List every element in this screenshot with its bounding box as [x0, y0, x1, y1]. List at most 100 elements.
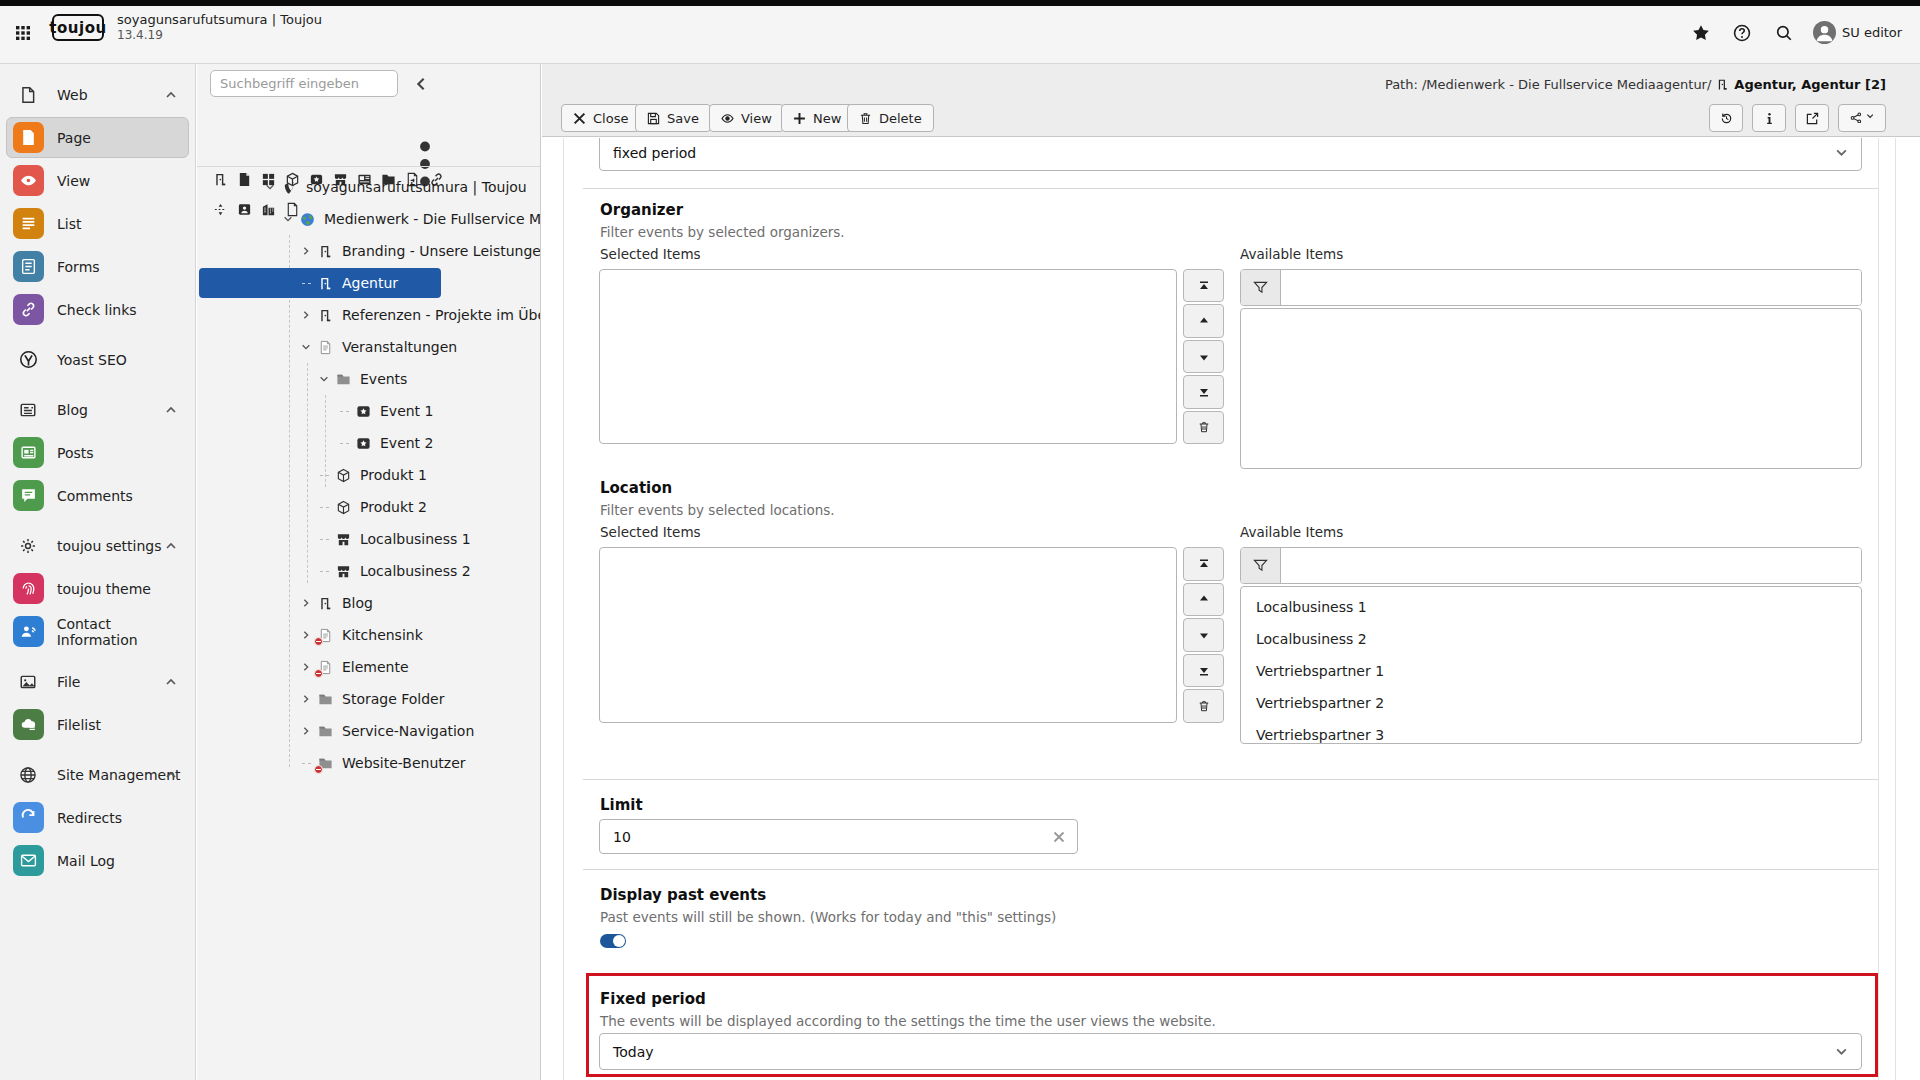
- move-to-top-button[interactable]: [1183, 547, 1224, 581]
- location-filter-input[interactable]: [1281, 548, 1861, 583]
- view-button[interactable]: View: [709, 104, 784, 132]
- move-down-button[interactable]: [1183, 618, 1224, 652]
- tree-item-produkt-2[interactable]: Produkt 2: [197, 491, 540, 523]
- chevron-right-icon[interactable]: [298, 627, 314, 643]
- open-page-button[interactable]: [1795, 104, 1829, 132]
- sidebar-group-web[interactable]: Web: [0, 73, 195, 116]
- bookmark-star-icon[interactable]: [1692, 24, 1710, 42]
- chevron-down-icon[interactable]: [298, 339, 314, 355]
- recurrence-select[interactable]: fixed period: [599, 138, 1862, 171]
- tree-item-soyagunsarufutsumura-toujou[interactable]: soyagunsarufutsumura | Toujou: [197, 171, 540, 203]
- sidebar-group-file[interactable]: File: [0, 660, 195, 703]
- organizer-selected-list[interactable]: [599, 269, 1177, 444]
- remove-button[interactable]: [1183, 411, 1224, 444]
- location-selected-list[interactable]: [599, 547, 1177, 723]
- tree-item-referenzen-projekte-im-be-[interactable]: Referenzen - Projekte im Übe...: [197, 299, 540, 331]
- sidebar-item-forms[interactable]: Forms: [0, 245, 195, 288]
- module-grid-icon[interactable]: [16, 26, 30, 40]
- tree-item-event-1[interactable]: Event 1: [197, 395, 540, 427]
- tree-item-branding-unsere-leistungen[interactable]: Branding - Unsere Leistungen: [197, 235, 540, 267]
- sidebar-item-posts[interactable]: Posts: [0, 431, 195, 474]
- clear-icon[interactable]: [1053, 831, 1065, 843]
- limit-input[interactable]: 10: [599, 819, 1078, 854]
- tree-item-kitchensink[interactable]: Kitchensink: [197, 619, 540, 651]
- location-selected-label: Selected Items: [600, 524, 701, 540]
- sidebar-item-view[interactable]: View: [0, 159, 195, 202]
- typo3-icon: [282, 180, 297, 195]
- list-item[interactable]: Vertriebspartner 1: [1241, 655, 1861, 687]
- sidebar-group-toujou-settings[interactable]: toujou settings: [0, 524, 195, 567]
- tree-search-input[interactable]: [210, 70, 398, 97]
- chevron-down-icon[interactable]: [262, 179, 278, 195]
- collapse-tree-icon[interactable]: [413, 76, 429, 92]
- sidebar-item-toujou-theme[interactable]: toujou theme: [0, 567, 195, 610]
- move-to-top-button[interactable]: [1183, 269, 1224, 302]
- list-item[interactable]: Vertriebspartner 2: [1241, 687, 1861, 719]
- tree-item-storage-folder[interactable]: Storage Folder: [197, 683, 540, 715]
- sidebar-item-page[interactable]: Page: [0, 116, 195, 159]
- move-up-button[interactable]: [1183, 304, 1224, 337]
- organizer-filter-input[interactable]: [1281, 270, 1861, 305]
- sidebar-item-contact-information[interactable]: Contact Information: [0, 610, 195, 653]
- sidebar-item-filelist[interactable]: Filelist: [0, 703, 195, 746]
- chevron-right-icon[interactable]: [298, 243, 314, 259]
- sidebar-item-check-links[interactable]: Check links: [0, 288, 195, 331]
- tree-item-service-navigation[interactable]: Service-Navigation: [197, 715, 540, 747]
- sidebar-group-site-management[interactable]: Site Management: [0, 753, 195, 796]
- display-past-toggle[interactable]: [600, 934, 626, 948]
- tree-item-medienwerk-die-fullservice-me-[interactable]: Medienwerk - Die Fullservice Me...: [197, 203, 540, 235]
- tree-item-localbusiness-2[interactable]: Localbusiness 2: [197, 555, 540, 587]
- save-button[interactable]: Save: [635, 104, 711, 132]
- list-item[interactable]: Localbusiness 2: [1241, 623, 1861, 655]
- tree-item-produkt-1[interactable]: Produkt 1: [197, 459, 540, 491]
- remove-button[interactable]: [1183, 689, 1224, 723]
- help-icon[interactable]: [1733, 24, 1751, 42]
- info-button[interactable]: [1752, 104, 1786, 132]
- move-to-bottom-button[interactable]: [1183, 654, 1224, 688]
- move-up-button[interactable]: [1183, 583, 1224, 617]
- tree-item-label: Medienwerk - Die Fullservice Me...: [324, 211, 540, 227]
- tree-item-localbusiness-1[interactable]: Localbusiness 1: [197, 523, 540, 555]
- sidebar-item-yoast-seo[interactable]: Yoast SEO: [0, 338, 195, 381]
- history-button[interactable]: [1709, 104, 1743, 132]
- tree-item-event-2[interactable]: Event 2: [197, 427, 540, 459]
- share-button[interactable]: [1838, 104, 1886, 132]
- chevron-right-icon[interactable]: [298, 723, 314, 739]
- chevron-down-icon[interactable]: [316, 371, 332, 387]
- chevron-down-icon[interactable]: [280, 211, 296, 227]
- fixed-period-title: Fixed period: [600, 990, 706, 1008]
- avatar[interactable]: [1813, 21, 1836, 44]
- organizer-available-list[interactable]: [1240, 308, 1862, 469]
- sidebar-item-list[interactable]: List: [0, 202, 195, 245]
- chevron-right-icon[interactable]: [298, 659, 314, 675]
- search-icon[interactable]: [1775, 24, 1793, 42]
- username[interactable]: SU editor: [1842, 25, 1902, 40]
- chevron-right-icon[interactable]: [298, 307, 314, 323]
- new-button[interactable]: New: [781, 104, 853, 132]
- toujou-logo[interactable]: toujou: [52, 14, 104, 41]
- tree-item-veranstaltungen[interactable]: Veranstaltungen: [197, 331, 540, 363]
- tree-toolbar-more-icon[interactable]: [418, 136, 432, 152]
- tree-divider: [197, 166, 540, 167]
- fixed-period-select[interactable]: Today: [599, 1033, 1862, 1070]
- tree-item-blog[interactable]: Blog: [197, 587, 540, 619]
- chevron-right-icon[interactable]: [298, 691, 314, 707]
- sidebar-item-comments[interactable]: Comments: [0, 474, 195, 517]
- move-to-bottom-button[interactable]: [1183, 375, 1224, 408]
- delete-button[interactable]: Delete: [847, 104, 934, 132]
- list-item[interactable]: Localbusiness 1: [1241, 591, 1861, 623]
- sidebar-item-label: Yoast SEO: [57, 352, 127, 368]
- close-button[interactable]: Close: [561, 104, 640, 132]
- list-item[interactable]: Vertriebspartner 3: [1241, 719, 1861, 751]
- contactW-icon: [13, 616, 44, 647]
- sidebar-item-redirects[interactable]: Redirects: [0, 796, 195, 839]
- sidebar-item-mail-log[interactable]: Mail Log: [0, 839, 195, 882]
- cube-icon: [336, 468, 351, 483]
- tree-item-events[interactable]: Events: [197, 363, 540, 395]
- chevron-right-icon[interactable]: [298, 595, 314, 611]
- sidebar-group-blog[interactable]: Blog: [0, 388, 195, 431]
- move-down-button[interactable]: [1183, 340, 1224, 373]
- tree-item-agentur[interactable]: Agentur: [197, 267, 540, 299]
- tree-item-website-benutzer[interactable]: Website-Benutzer: [197, 747, 540, 779]
- tree-item-elemente[interactable]: Elemente: [197, 651, 540, 683]
